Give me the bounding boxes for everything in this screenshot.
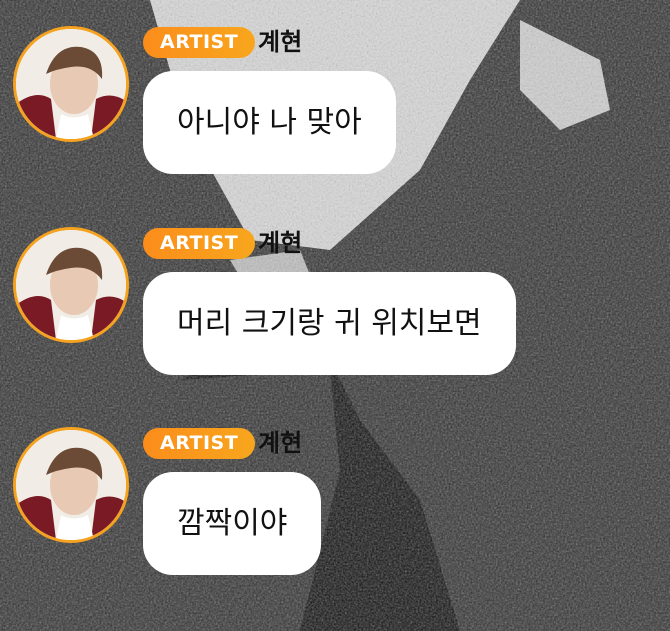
sender-name: 계현 xyxy=(258,28,303,56)
message-bubble: 깜짝이야 xyxy=(143,472,322,575)
avatar[interactable] xyxy=(13,427,129,543)
sender-name: 계현 xyxy=(258,429,303,457)
message-bubble: 아니야 나 맞아 xyxy=(143,71,396,174)
artist-badge: ARTIST xyxy=(143,27,256,58)
message-bubble: 머리 크기랑 귀 위치보면 xyxy=(143,272,516,375)
sender-name: 계현 xyxy=(258,229,303,257)
avatar[interactable] xyxy=(13,227,129,343)
artist-badge: ARTIST xyxy=(143,428,256,459)
avatar[interactable] xyxy=(13,26,129,142)
artist-badge: ARTIST xyxy=(143,228,256,259)
